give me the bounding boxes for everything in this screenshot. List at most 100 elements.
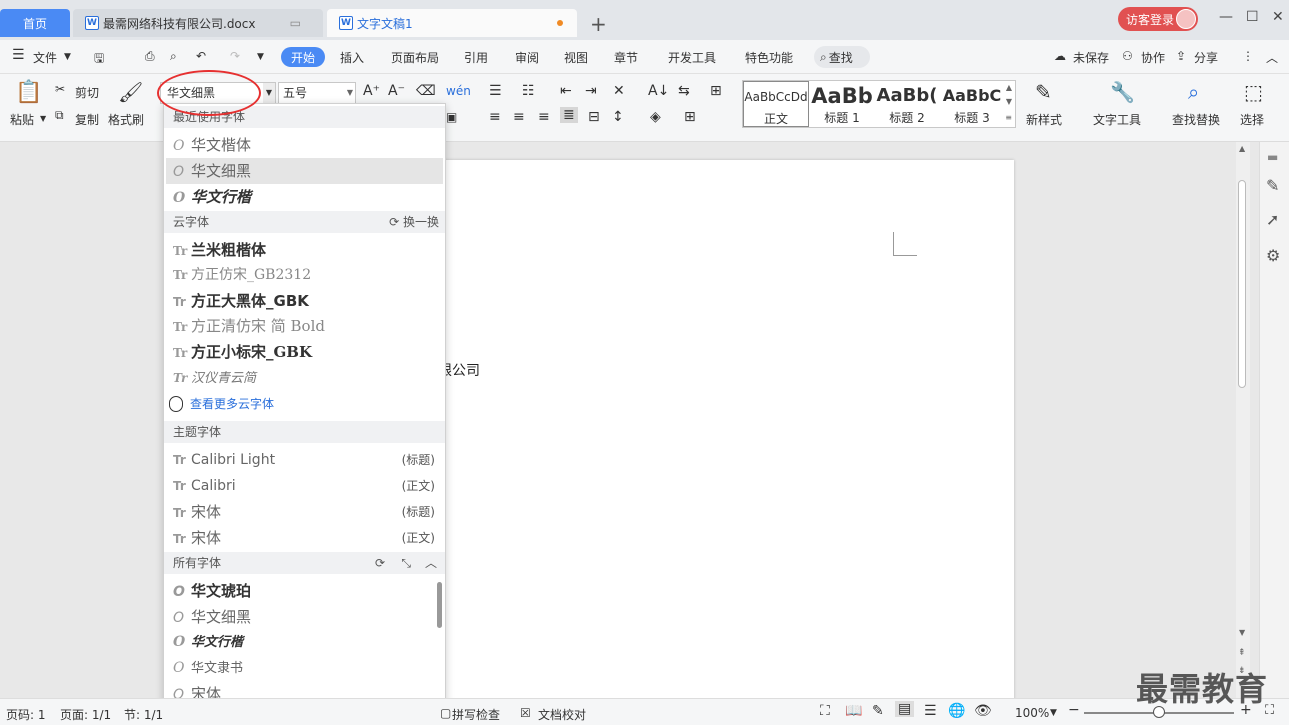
- read-mode-icon[interactable]: 📖: [845, 703, 862, 719]
- font-item-cloud[interactable]: Tr 方正小标宋_GBK: [164, 339, 445, 365]
- save-icon[interactable]: 🖫: [94, 49, 104, 70]
- print-preview-icon[interactable]: ⌕: [170, 49, 177, 64]
- font-item-cloud[interactable]: Tr 方正大黑体_GBK: [164, 288, 445, 314]
- collapse-ribbon-icon[interactable]: ︿: [1266, 49, 1278, 66]
- paste-button[interactable]: 粘贴: [10, 111, 34, 128]
- bullet-list-icon[interactable]: ☰: [489, 83, 502, 99]
- web-view-icon[interactable]: 🌐: [948, 703, 965, 719]
- new-style-button[interactable]: 新样式: [1026, 111, 1062, 128]
- distribute-icon[interactable]: ⊟: [588, 109, 600, 125]
- border-icon[interactable]: ⊞: [684, 109, 696, 125]
- decrease-indent-icon[interactable]: ⇤: [560, 83, 572, 99]
- visitor-login-button[interactable]: 访客登录: [1118, 7, 1198, 31]
- adjust-sliders-icon[interactable]: ⚙: [1266, 246, 1280, 265]
- window-close-icon[interactable]: ✕: [1272, 9, 1284, 25]
- increase-indent-icon[interactable]: ⇥: [585, 83, 597, 99]
- vertical-scrollbar[interactable]: ▲ ▼ ⇞ ⇟: [1236, 142, 1250, 698]
- tab-home[interactable]: 首页: [0, 9, 70, 37]
- font-item-cloud[interactable]: Tr 汉仪青云简: [164, 365, 445, 391]
- outline-view-icon[interactable]: ☰: [924, 703, 937, 719]
- shading-icon[interactable]: ◈: [650, 109, 661, 125]
- style-scroll-up-icon[interactable]: ▲: [1006, 83, 1012, 92]
- tab-document-1[interactable]: W 最需网络科技有限公司.docx ▭: [73, 9, 323, 37]
- sidebar-collapse-icon[interactable]: ▬: [1267, 150, 1278, 164]
- style-normal[interactable]: AaBbCcDd 正文: [743, 81, 809, 127]
- cloud-refresh-button[interactable]: ⟳ 换一换: [389, 211, 439, 233]
- font-item-recent[interactable]: O 华文细黑: [166, 158, 443, 184]
- fullscreen-icon[interactable]: ⛶: [820, 703, 830, 719]
- cut-button[interactable]: 剪切: [75, 84, 99, 101]
- line-spacing-icon[interactable]: ↕: [612, 109, 624, 125]
- more-icon[interactable]: ⋮: [1242, 49, 1254, 63]
- window-minimize-icon[interactable]: —: [1219, 9, 1233, 25]
- copy-button[interactable]: 复制: [75, 111, 99, 128]
- tab-stop-icon[interactable]: ⊞: [710, 83, 722, 99]
- paste-chevron-icon[interactable]: ▼: [40, 114, 46, 123]
- style-more-icon[interactable]: ≡: [1005, 113, 1012, 122]
- align-left-icon[interactable]: ≡: [489, 109, 501, 125]
- menu-reference[interactable]: 引用: [464, 49, 488, 66]
- new-tab-plus-icon[interactable]: +: [590, 12, 607, 36]
- fit-icon[interactable]: ⤡: [401, 552, 411, 574]
- page-view-icon[interactable]: ▤: [895, 701, 915, 717]
- char-border-icon[interactable]: ▣: [446, 110, 457, 124]
- zoom-level[interactable]: 100%: [1015, 706, 1049, 720]
- undo-icon[interactable]: ↶: [196, 49, 206, 63]
- font-size-select[interactable]: 五号 ▼: [278, 82, 356, 104]
- justify-icon[interactable]: ≣: [560, 107, 578, 123]
- grow-font-icon[interactable]: A⁺: [363, 83, 380, 99]
- clear-format-icon[interactable]: ⌫: [416, 83, 436, 99]
- font-item-theme[interactable]: Tr Calibri Light (标题): [164, 447, 445, 473]
- zoom-out-icon[interactable]: −: [1068, 702, 1080, 718]
- font-item-all[interactable]: O 华文琥珀: [164, 578, 445, 604]
- menu-special[interactable]: 特色功能: [745, 49, 793, 66]
- font-item-cloud[interactable]: Tr 兰米粗楷体: [164, 237, 445, 263]
- scrollbar-thumb[interactable]: [1238, 180, 1246, 388]
- shrink-font-icon[interactable]: A⁻: [388, 83, 405, 99]
- menu-review[interactable]: 审阅: [515, 49, 539, 66]
- hamburger-menu-icon[interactable]: ☰: [12, 47, 25, 63]
- status-page-code[interactable]: 页码: 1: [6, 706, 46, 723]
- chevron-down-icon[interactable]: ▼: [64, 52, 71, 62]
- document-page[interactable]: 限公司: [430, 160, 1014, 720]
- font-item-theme[interactable]: Tr Calibri (正文): [164, 473, 445, 499]
- menu-page-layout[interactable]: 页面布局: [391, 49, 439, 66]
- sort-icon[interactable]: A↓: [648, 83, 669, 99]
- tab-document-2[interactable]: W 文字文稿1: [327, 9, 577, 37]
- scroll-down-icon[interactable]: ▼: [1239, 628, 1245, 637]
- chinese-layout-icon[interactable]: ✕: [613, 83, 625, 99]
- zoom-chevron-icon[interactable]: ▼: [1050, 708, 1057, 718]
- share-button[interactable]: 分享: [1194, 49, 1218, 66]
- font-item-recent[interactable]: O 华文行楷: [164, 184, 445, 210]
- font-item-all[interactable]: O 华文细黑: [164, 604, 445, 630]
- format-painter-button[interactable]: 格式刷: [108, 111, 144, 128]
- show-marks-icon[interactable]: ⇆: [678, 83, 690, 99]
- menu-chapter[interactable]: 章节: [614, 49, 638, 66]
- style-scroll-down-icon[interactable]: ▼: [1006, 97, 1012, 106]
- proofread-button[interactable]: 文档校对: [538, 706, 586, 723]
- collapse-up-icon[interactable]: ︿: [425, 552, 437, 574]
- style-heading-3[interactable]: AaBbC 标题 3: [939, 81, 1005, 127]
- font-item-cloud[interactable]: Tr 方正仿宋_GB2312: [164, 262, 445, 288]
- search-button[interactable]: ⌕ 查找: [814, 46, 870, 68]
- unsaved-status[interactable]: 未保存: [1073, 49, 1109, 66]
- find-replace-button[interactable]: 查找替换: [1172, 111, 1220, 128]
- customize-chevron-icon[interactable]: ▼: [257, 52, 264, 62]
- collaborate-button[interactable]: 协作: [1141, 49, 1165, 66]
- redo-icon[interactable]: ↷: [230, 49, 240, 63]
- style-heading-1[interactable]: AaBb 标题 1: [809, 81, 875, 127]
- status-page[interactable]: 页面: 1/1: [60, 706, 111, 723]
- font-item-all[interactable]: O 华文行楷: [164, 629, 445, 655]
- spell-check-button[interactable]: 拼写检查: [452, 706, 500, 723]
- prev-page-icon[interactable]: ⇞: [1238, 648, 1246, 658]
- font-item-recent[interactable]: O 华文楷体: [164, 132, 445, 158]
- paste-icon[interactable]: 📋: [15, 80, 42, 105]
- align-center-icon[interactable]: ≡: [513, 109, 525, 125]
- more-cloud-fonts-link[interactable]: 查看更多云字体: [169, 395, 274, 412]
- pen-mode-icon[interactable]: ✎: [872, 703, 884, 719]
- menu-view[interactable]: 视图: [564, 49, 588, 66]
- eye-care-icon[interactable]: 👁: [974, 703, 992, 719]
- font-item-theme[interactable]: Tr 宋体 (标题): [164, 499, 445, 525]
- cursor-select-icon[interactable]: ➚: [1266, 210, 1279, 229]
- scroll-up-icon[interactable]: ▲: [1239, 144, 1245, 153]
